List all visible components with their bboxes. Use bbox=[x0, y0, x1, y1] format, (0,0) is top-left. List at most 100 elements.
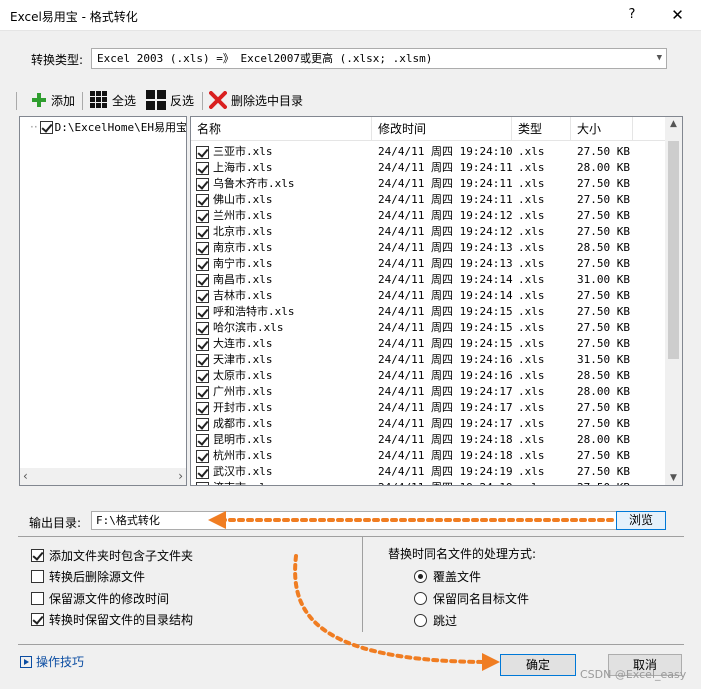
option-keep-both[interactable]: 保留同名目标文件 bbox=[414, 590, 529, 607]
file-checkbox[interactable] bbox=[196, 401, 209, 415]
table-row[interactable]: 成都市.xls 24/4/11 周四 19:24:17 .xls 27.50 KB bbox=[191, 416, 665, 432]
option-keep-structure[interactable]: 转换时保留文件的目录结构 bbox=[31, 611, 193, 628]
option-overwrite[interactable]: 覆盖文件 bbox=[414, 568, 481, 585]
file-checkbox[interactable] bbox=[196, 289, 209, 303]
option-skip[interactable]: 跳过 bbox=[414, 612, 457, 629]
file-name-cell: 上海市.xls bbox=[196, 160, 374, 176]
add-button[interactable]: 添加 bbox=[32, 90, 75, 110]
table-row[interactable]: 南昌市.xls 24/4/11 周四 19:24:14 .xls 31.00 KB bbox=[191, 272, 665, 288]
browse-button[interactable]: 浏览 bbox=[616, 511, 666, 530]
delete-folder-button[interactable]: 删除选中目录 bbox=[209, 90, 303, 110]
column-header-size[interactable]: 大小 bbox=[571, 117, 633, 141]
file-list-vertical-scrollbar[interactable]: ▲ ▼ bbox=[665, 117, 682, 485]
file-checkbox[interactable] bbox=[196, 225, 209, 239]
file-list[interactable]: 名称 修改时间 类型 大小 三亚市.xls 24/4/11 周四 19:24:10… bbox=[190, 116, 683, 486]
table-row[interactable]: 吉林市.xls 24/4/11 周四 19:24:14 .xls 27.50 KB bbox=[191, 288, 665, 304]
tree-root-checkbox[interactable] bbox=[39, 120, 53, 134]
table-row[interactable]: 济南市.xls 24/4/11 周四 19:24:19 .xls 27.50 KB bbox=[191, 480, 665, 485]
file-checkbox[interactable] bbox=[196, 209, 209, 223]
keep-structure-checkbox[interactable] bbox=[31, 613, 44, 626]
option-delete-source[interactable]: 转换后删除源文件 bbox=[31, 568, 145, 585]
file-checkbox[interactable] bbox=[196, 385, 209, 399]
delete-source-checkbox[interactable] bbox=[31, 570, 44, 583]
table-row[interactable]: 昆明市.xls 24/4/11 周四 19:24:18 .xls 28.00 KB bbox=[191, 432, 665, 448]
tree-root-node[interactable]: ·· D:\ExcelHome\EH易用宝\ bbox=[30, 119, 187, 135]
file-checkbox[interactable] bbox=[196, 193, 209, 207]
table-row[interactable]: 大连市.xls 24/4/11 周四 19:24:15 .xls 27.50 KB bbox=[191, 336, 665, 352]
table-row[interactable]: 三亚市.xls 24/4/11 周四 19:24:10 .xls 27.50 KB bbox=[191, 144, 665, 160]
table-row[interactable]: 太原市.xls 24/4/11 周四 19:24:16 .xls 28.50 KB bbox=[191, 368, 665, 384]
table-row[interactable]: 南京市.xls 24/4/11 周四 19:24:13 .xls 28.50 KB bbox=[191, 240, 665, 256]
scroll-up-icon[interactable]: ▲ bbox=[665, 119, 682, 129]
file-checkbox[interactable] bbox=[196, 369, 209, 383]
select-all-button[interactable]: 全选 bbox=[90, 90, 136, 110]
folder-tree[interactable]: ·· D:\ExcelHome\EH易用宝\ ‹ › bbox=[19, 116, 187, 486]
file-checkbox[interactable] bbox=[196, 321, 209, 335]
keep-mtime-checkbox[interactable] bbox=[31, 592, 44, 605]
tree-root-label: D:\ExcelHome\EH易用宝\ bbox=[54, 121, 187, 134]
table-row[interactable]: 南宁市.xls 24/4/11 周四 19:24:13 .xls 27.50 KB bbox=[191, 256, 665, 272]
invert-selection-button[interactable]: 反选 bbox=[146, 90, 194, 110]
file-checkbox[interactable] bbox=[196, 433, 209, 447]
tips-link[interactable]: 操作技巧 bbox=[20, 653, 84, 670]
file-name: 呼和浩特市.xls bbox=[213, 305, 295, 318]
column-header-type[interactable]: 类型 bbox=[512, 117, 571, 141]
file-name-cell: 武汉市.xls bbox=[196, 464, 374, 480]
table-row[interactable]: 北京市.xls 24/4/11 周四 19:24:12 .xls 27.50 KB bbox=[191, 224, 665, 240]
scroll-right-icon[interactable]: › bbox=[178, 469, 183, 483]
option-include-subfolders[interactable]: 添加文件夹时包含子文件夹 bbox=[31, 547, 193, 564]
file-checkbox[interactable] bbox=[196, 177, 209, 191]
scroll-left-icon[interactable]: ‹ bbox=[23, 469, 28, 483]
file-checkbox[interactable] bbox=[196, 257, 209, 271]
file-name-cell: 南宁市.xls bbox=[196, 256, 374, 272]
keep-both-radio[interactable] bbox=[414, 592, 427, 605]
column-header-mtime[interactable]: 修改时间 bbox=[372, 117, 512, 141]
close-button[interactable]: ✕ bbox=[654, 0, 701, 30]
invert-label: 反选 bbox=[170, 93, 195, 108]
file-checkbox[interactable] bbox=[196, 273, 209, 287]
file-checkbox[interactable] bbox=[196, 353, 209, 367]
toolbar-divider bbox=[82, 92, 83, 110]
column-header-name[interactable]: 名称 bbox=[191, 117, 372, 141]
table-row[interactable]: 武汉市.xls 24/4/11 周四 19:24:19 .xls 27.50 KB bbox=[191, 464, 665, 480]
convert-type-select[interactable]: Excel 2003 (.xls) =》 Excel2007或更高 (.xlsx… bbox=[91, 48, 667, 69]
table-row[interactable]: 兰州市.xls 24/4/11 周四 19:24:12 .xls 27.50 KB bbox=[191, 208, 665, 224]
scrollbar-thumb[interactable] bbox=[668, 141, 679, 359]
table-row[interactable]: 佛山市.xls 24/4/11 周四 19:24:11 .xls 27.50 KB bbox=[191, 192, 665, 208]
file-checkbox[interactable] bbox=[196, 449, 209, 463]
table-row[interactable]: 杭州市.xls 24/4/11 周四 19:24:18 .xls 27.50 KB bbox=[191, 448, 665, 464]
file-size: 27.50 KB bbox=[577, 480, 662, 485]
file-checkbox[interactable] bbox=[196, 145, 209, 159]
ok-button[interactable]: 确定 bbox=[500, 654, 576, 676]
option-keep-mtime[interactable]: 保留源文件的修改时间 bbox=[31, 590, 169, 607]
tree-horizontal-scrollbar[interactable]: ‹ › bbox=[20, 468, 186, 485]
file-checkbox[interactable] bbox=[196, 305, 209, 319]
file-checkbox[interactable] bbox=[196, 241, 209, 255]
scroll-down-icon[interactable]: ▼ bbox=[665, 473, 682, 483]
file-checkbox[interactable] bbox=[196, 161, 209, 175]
file-checkbox[interactable] bbox=[196, 337, 209, 351]
help-button[interactable]: ? bbox=[620, 0, 644, 30]
toolbar: 添加 全选 反选 删除选中目录 bbox=[16, 88, 682, 112]
file-checkbox[interactable] bbox=[196, 417, 209, 431]
file-name: 太原市.xls bbox=[213, 369, 273, 382]
table-row[interactable]: 哈尔滨市.xls 24/4/11 周四 19:24:15 .xls 27.50 KB bbox=[191, 320, 665, 336]
table-row[interactable]: 乌鲁木齐市.xls 24/4/11 周四 19:24:11 .xls 27.50 KB bbox=[191, 176, 665, 192]
file-size: 27.50 KB bbox=[577, 145, 630, 158]
file-name: 杭州市.xls bbox=[213, 449, 273, 462]
file-checkbox[interactable] bbox=[196, 481, 209, 485]
table-row[interactable]: 开封市.xls 24/4/11 周四 19:24:17 .xls 27.50 KB bbox=[191, 400, 665, 416]
file-size: 28.50 KB bbox=[577, 369, 630, 382]
table-row[interactable]: 上海市.xls 24/4/11 周四 19:24:11 .xls 28.00 KB bbox=[191, 160, 665, 176]
skip-radio[interactable] bbox=[414, 614, 427, 627]
file-size: 27.50 KB bbox=[577, 257, 630, 270]
overwrite-radio[interactable] bbox=[414, 570, 427, 583]
file-checkbox[interactable] bbox=[196, 465, 209, 479]
table-row[interactable]: 呼和浩特市.xls 24/4/11 周四 19:24:15 .xls 27.50 KB bbox=[191, 304, 665, 320]
file-mtime: 24/4/11 周四 19:24:15 bbox=[378, 337, 513, 350]
output-dir-input[interactable]: F:\格式转化 bbox=[91, 511, 618, 530]
table-row[interactable]: 广州市.xls 24/4/11 周四 19:24:17 .xls 28.00 KB bbox=[191, 384, 665, 400]
include-subfolders-checkbox[interactable] bbox=[31, 549, 44, 562]
file-name-cell: 哈尔滨市.xls bbox=[196, 320, 374, 336]
table-row[interactable]: 天津市.xls 24/4/11 周四 19:24:16 .xls 31.50 KB bbox=[191, 352, 665, 368]
